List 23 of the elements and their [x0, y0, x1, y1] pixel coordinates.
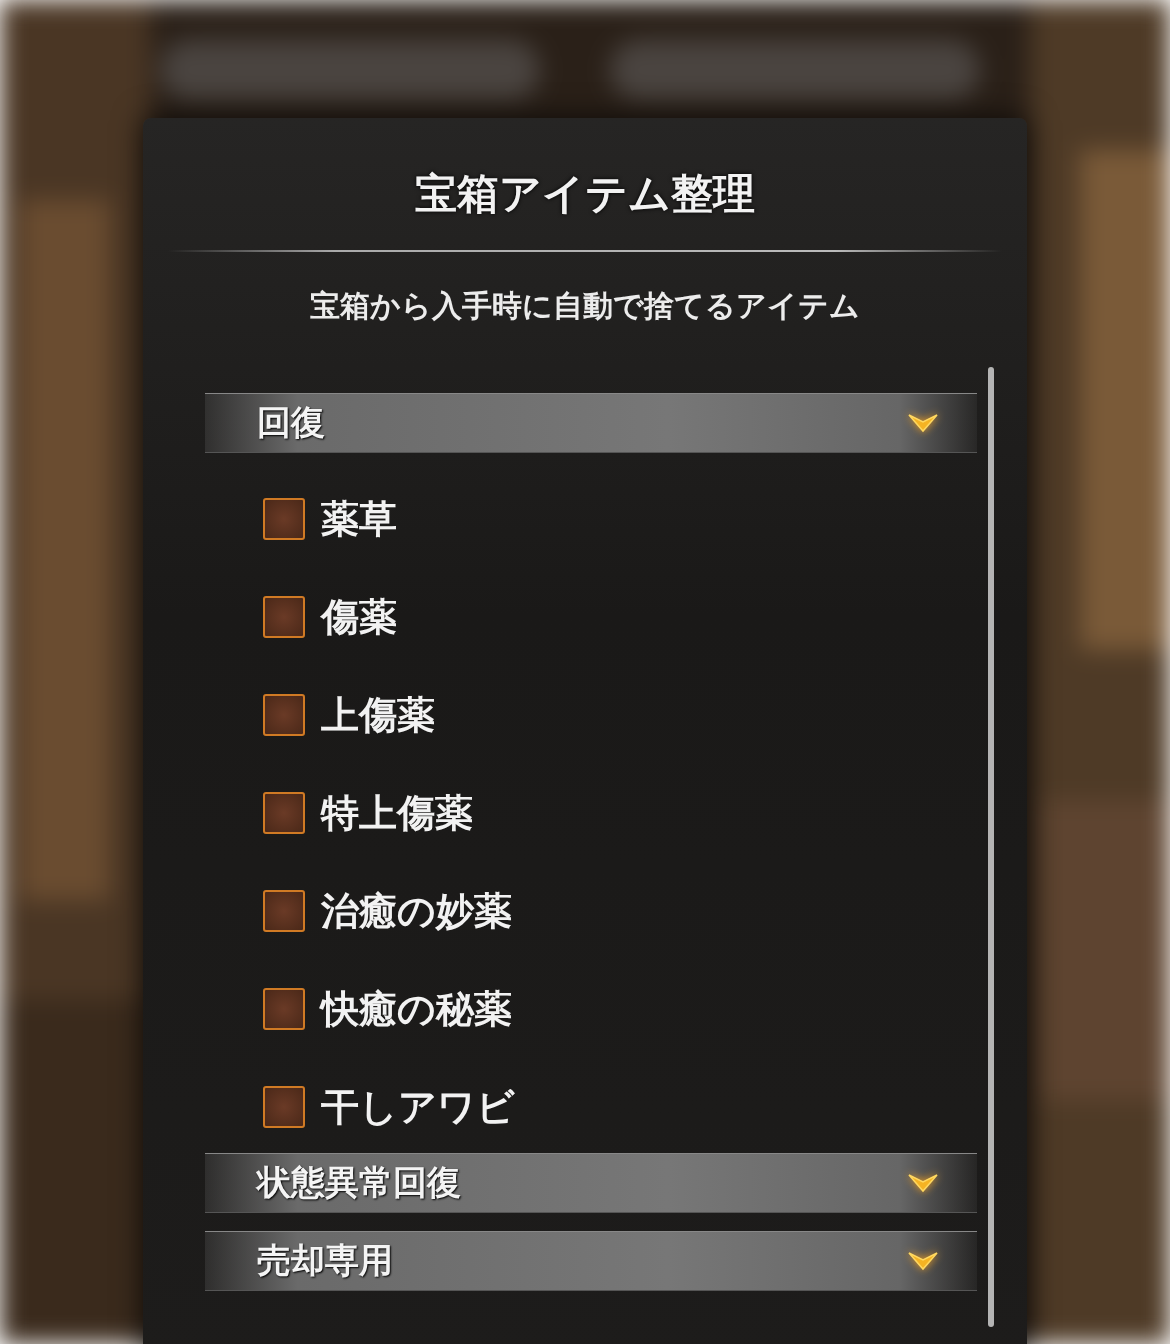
- item-label: 特上傷薬: [321, 788, 473, 837]
- category-header[interactable]: 売却専用: [205, 1231, 977, 1291]
- checkbox[interactable]: [263, 596, 305, 638]
- checkbox[interactable]: [263, 792, 305, 834]
- checkbox[interactable]: [263, 498, 305, 540]
- chevron-down-icon: [907, 1250, 939, 1272]
- item-label: 上傷薬: [321, 690, 435, 739]
- scrollbar[interactable]: [988, 367, 994, 1327]
- checkbox[interactable]: [263, 694, 305, 736]
- item-label: 薬草: [321, 494, 397, 543]
- chevron-down-icon: [907, 412, 939, 434]
- checkbox[interactable]: [263, 890, 305, 932]
- category-header[interactable]: 状態異常回復: [205, 1153, 977, 1213]
- item-label: 治癒の妙薬: [321, 886, 512, 935]
- item-label: 傷薬: [321, 592, 397, 641]
- chevron-down-icon: [907, 1172, 939, 1194]
- checkbox[interactable]: [263, 1086, 305, 1128]
- category-header[interactable]: 回復: [205, 393, 977, 453]
- checkbox[interactable]: [263, 988, 305, 1030]
- item-label: 干しアワビ: [321, 1082, 515, 1131]
- dialog-title: 宝箱アイテム整理: [414, 168, 756, 220]
- item-label: 快癒の秘薬: [321, 984, 512, 1033]
- dialog-subtitle: 宝箱から入手時に自動で捨てるアイテム: [309, 287, 861, 325]
